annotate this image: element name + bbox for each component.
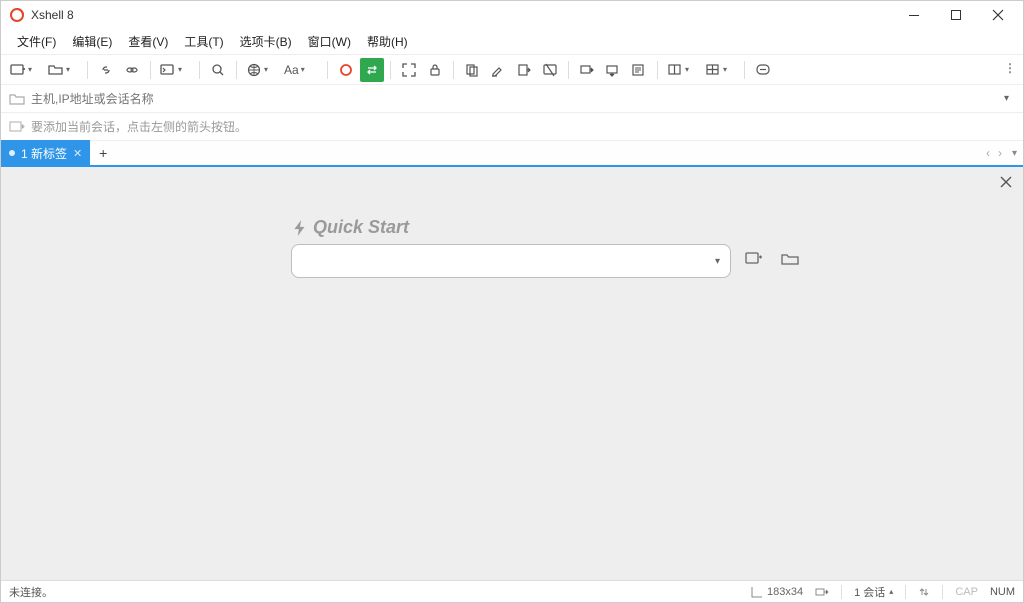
send-to-terminal-icon <box>579 62 595 78</box>
clipboard-arrow-icon <box>516 62 532 78</box>
content-area: Quick Start ▾ <box>1 167 1023 580</box>
dimensions-icon <box>751 586 763 598</box>
add-session-arrow-icon[interactable] <box>9 119 25 135</box>
split-horizontal-icon <box>667 62 683 78</box>
link-icon <box>124 62 140 78</box>
clear-screen-button[interactable] <box>538 58 562 82</box>
tunnel-icon <box>815 585 829 599</box>
lock-icon <box>427 62 443 78</box>
new-terminal-icon <box>10 62 26 78</box>
reconnect-button[interactable] <box>94 58 118 82</box>
search-button[interactable] <box>206 58 230 82</box>
status-connection: 未连接。 <box>9 584 53 600</box>
fullscreen-icon <box>401 62 417 78</box>
status-dimensions: 183x34 <box>751 586 803 598</box>
compose-icon <box>755 62 771 78</box>
address-bar: ▾ <box>1 85 1023 113</box>
properties-button[interactable] <box>627 58 651 82</box>
xshell-swirl-icon <box>338 62 354 78</box>
folder-icon <box>781 250 799 268</box>
new-tab-button[interactable]: + <box>90 140 116 166</box>
font-button[interactable]: Aa ▾ <box>281 58 321 82</box>
status-tunnel-icon[interactable] <box>815 585 829 599</box>
app-logo-icon <box>9 7 25 23</box>
tab-1[interactable]: 1 新标签 ✕ <box>1 140 90 166</box>
layout-split-button[interactable]: ▾ <box>664 58 700 82</box>
tab-bar: 1 新标签 ✕ + ‹ › ▾ <box>1 141 1023 167</box>
folder-icon <box>9 91 25 107</box>
link-chain-icon <box>98 62 114 78</box>
quick-start-panel: Quick Start ▾ <box>291 217 811 278</box>
font-icon: Aa <box>284 63 299 77</box>
session-hint-text: 要添加当前会话，点击左侧的箭头按钮。 <box>31 118 247 135</box>
address-dropdown-button[interactable]: ▾ <box>998 93 1015 104</box>
status-bar: 未连接。 183x34 1 会话 ▴ CAP NUM <box>1 580 1023 602</box>
toolbar: ▾ ▾ ▾ ▾ Aa ▾ <box>1 55 1023 85</box>
tab-close-button[interactable]: ✕ <box>73 147 82 160</box>
xshell-app-icon-button[interactable] <box>334 58 358 82</box>
menu-tabs[interactable]: 选项卡(B) <box>232 29 300 54</box>
xftp-button[interactable] <box>360 58 384 82</box>
grid-icon <box>705 62 721 78</box>
app-title: Xshell 8 <box>31 8 74 22</box>
terminal-icon <box>160 62 176 78</box>
menu-tools[interactable]: 工具(T) <box>176 29 231 54</box>
paste-button[interactable] <box>512 58 536 82</box>
status-num: NUM <box>990 586 1015 598</box>
menu-edit[interactable]: 编辑(E) <box>64 29 120 54</box>
status-sync-button[interactable] <box>918 586 930 598</box>
tab-next-button[interactable]: › <box>994 146 1006 160</box>
close-button[interactable] <box>977 1 1019 29</box>
folder-open-icon <box>48 62 64 78</box>
status-cap: CAP <box>955 586 978 598</box>
globe-icon <box>246 62 262 78</box>
send-file-button[interactable] <box>575 58 599 82</box>
search-icon <box>210 62 226 78</box>
highlighter-icon <box>490 62 506 78</box>
compose-bar-button[interactable] <box>751 58 775 82</box>
local-shell-button[interactable]: ▾ <box>157 58 193 82</box>
layout-tile-button[interactable]: ▾ <box>702 58 738 82</box>
receive-file-button[interactable] <box>601 58 625 82</box>
quick-start-title: Quick Start <box>313 217 409 238</box>
toolbar-overflow-button[interactable]: ⋮ <box>1004 61 1017 75</box>
tab-menu-button[interactable]: ▾ <box>1006 148 1023 159</box>
minimize-button[interactable] <box>893 1 935 29</box>
quick-start-input[interactable] <box>302 254 715 269</box>
lightning-icon <box>291 219 309 237</box>
tab-label: 1 新标签 <box>21 145 67 162</box>
highlight-button[interactable] <box>486 58 510 82</box>
maximize-button[interactable] <box>935 1 977 29</box>
tab-prev-button[interactable]: ‹ <box>982 146 994 160</box>
fullscreen-button[interactable] <box>397 58 421 82</box>
screen-slash-icon <box>542 62 558 78</box>
menu-view[interactable]: 查看(V) <box>120 29 176 54</box>
status-sessions[interactable]: 1 会话 ▴ <box>854 584 893 600</box>
quick-start-dropdown-button[interactable]: ▾ <box>715 256 720 267</box>
lock-button[interactable] <box>423 58 447 82</box>
open-session-button[interactable]: ▾ <box>45 58 81 82</box>
quick-start-open-session-button[interactable] <box>781 250 803 272</box>
language-button[interactable]: ▾ <box>243 58 279 82</box>
menu-file[interactable]: 文件(F) <box>9 29 64 54</box>
tab-status-dot <box>9 150 15 156</box>
quick-start-input-wrap: ▾ <box>291 244 731 278</box>
copy-button[interactable] <box>460 58 484 82</box>
session-hint-bar: 要添加当前会话，点击左侧的箭头按钮。 <box>1 113 1023 141</box>
address-input[interactable] <box>31 92 998 106</box>
menu-bar: 文件(F) 编辑(E) 查看(V) 工具(T) 选项卡(B) 窗口(W) 帮助(… <box>1 29 1023 55</box>
download-to-terminal-icon <box>605 62 621 78</box>
new-session-button[interactable]: ▾ <box>7 58 43 82</box>
disconnect-button[interactable] <box>120 58 144 82</box>
properties-icon <box>631 62 647 78</box>
menu-window[interactable]: 窗口(W) <box>300 29 359 54</box>
copy-icon <box>464 62 480 78</box>
quick-start-new-session-button[interactable] <box>745 250 767 272</box>
transfer-icon <box>364 62 380 78</box>
panel-close-button[interactable] <box>999 175 1013 192</box>
new-terminal-plus-icon <box>745 250 763 268</box>
menu-help[interactable]: 帮助(H) <box>359 29 416 54</box>
title-bar: Xshell 8 <box>1 1 1023 29</box>
up-down-arrow-icon <box>918 586 930 598</box>
